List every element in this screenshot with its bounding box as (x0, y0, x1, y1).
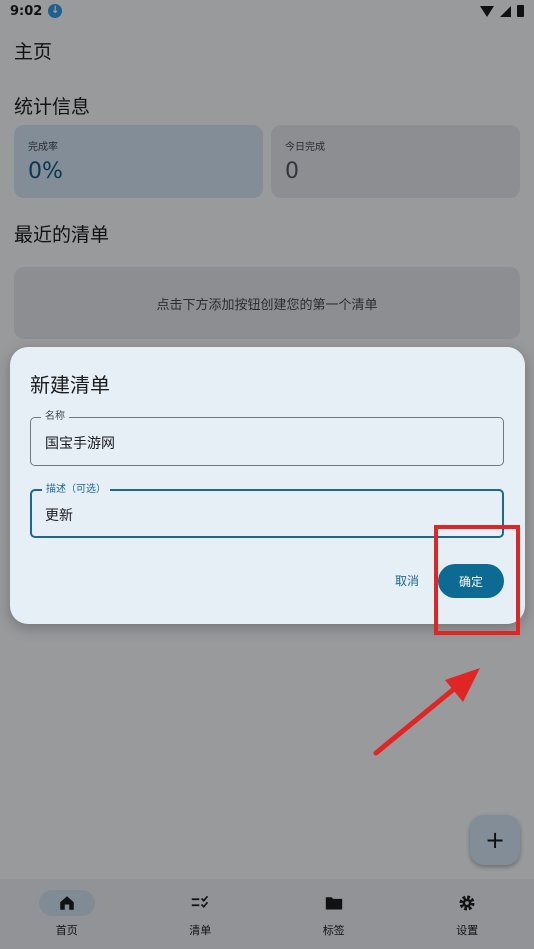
name-field-label: 名称 (41, 410, 69, 424)
name-field[interactable]: 名称 国宝手游网 (30, 410, 504, 466)
annotation-arrow-icon (373, 668, 480, 756)
annotation-highlight-box (434, 525, 520, 635)
app-screen: 9:02 ↓ 主页 统计信息 完成率 0% 今日完成 0 最近的清单 点击下方添… (0, 0, 534, 949)
dialog-title: 新建清单 (30, 373, 110, 397)
description-field-label: 描述（可选） (42, 483, 110, 497)
description-field-value[interactable]: 更新 (45, 505, 73, 525)
name-field-value[interactable]: 国宝手游网 (45, 433, 115, 453)
description-field[interactable]: 描述（可选） 更新 (30, 483, 504, 538)
cancel-button[interactable]: 取消 (395, 572, 419, 589)
